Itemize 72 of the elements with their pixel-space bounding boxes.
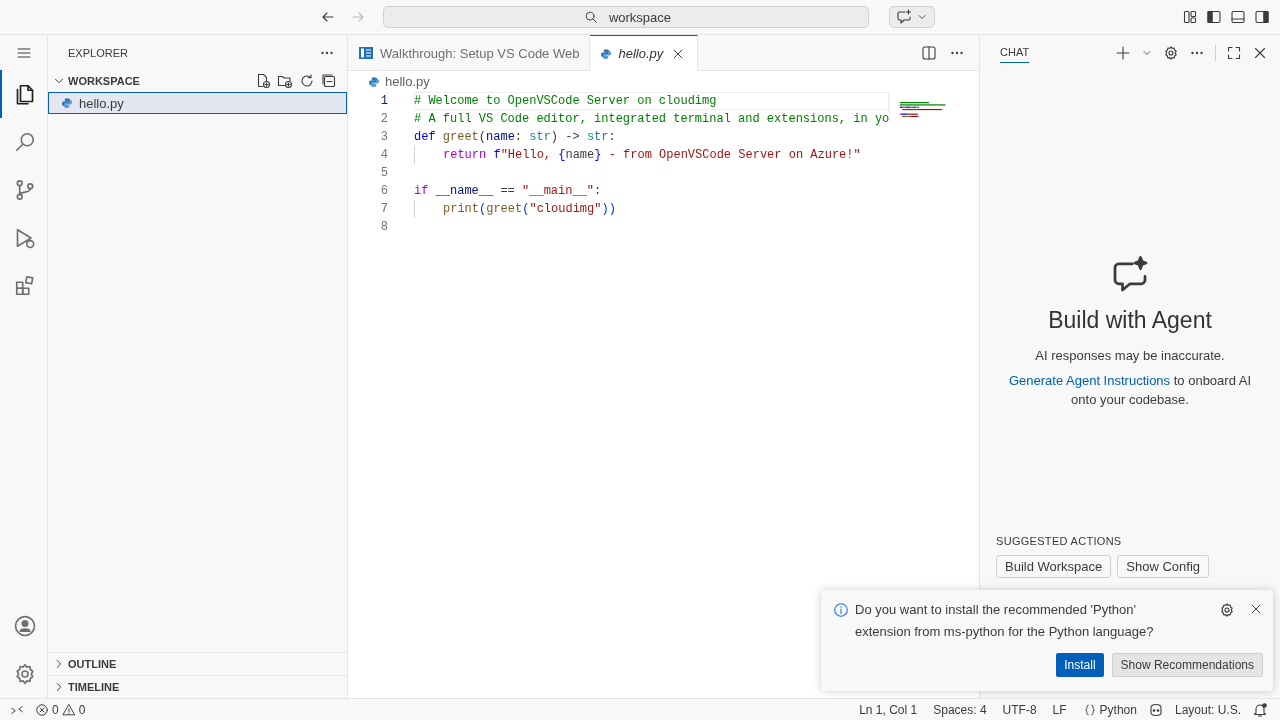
- error-icon: [35, 702, 49, 717]
- status-item[interactable]: Layout: U.S.: [1169, 702, 1246, 717]
- install-button[interactable]: Install: [1056, 653, 1104, 677]
- editor-tab[interactable]: hello.py: [590, 35, 699, 71]
- line-number: 7: [379, 202, 388, 216]
- chat-menu-button[interactable]: [889, 6, 935, 28]
- status-item[interactable]: Python: [1077, 702, 1142, 717]
- layout-icon: [1182, 9, 1198, 25]
- settings-icon[interactable]: [1163, 44, 1179, 61]
- status-item[interactable]: LF: [1047, 702, 1072, 717]
- maximize-icon[interactable]: [1226, 44, 1242, 61]
- line-number: 6: [379, 184, 388, 198]
- code-line: if __name__ == "__main__":: [414, 183, 603, 200]
- command-center-search[interactable]: workspace: [383, 6, 869, 28]
- status-item[interactable]: Ln 1, Col 1: [854, 702, 923, 717]
- collapse-all-icon[interactable]: [321, 73, 337, 89]
- code-line: def greet(name: str) -> str:: [414, 129, 617, 146]
- chat-tab[interactable]: CHAT: [1000, 42, 1030, 63]
- python-icon: [61, 97, 73, 109]
- python-icon: [600, 47, 613, 60]
- notifications-icon[interactable]: [1252, 701, 1268, 718]
- breadcrumb-item[interactable]: hello.py: [385, 74, 430, 89]
- line-number: 5: [379, 166, 388, 180]
- show-recommendations-button[interactable]: Show Recommendations: [1111, 653, 1263, 677]
- close-notification-button[interactable]: [1249, 602, 1263, 616]
- suggested-action-button[interactable]: Build Workspace: [996, 555, 1112, 578]
- warning-icon: [61, 702, 76, 717]
- new-chat-icon[interactable]: [1115, 44, 1131, 61]
- notification-message: Do you want to install the recommended 'Python' extension from ms-python for the Python language?: [855, 601, 1155, 641]
- line-number: 8: [379, 220, 388, 234]
- disclaimer-text: AI responses may be inaccurate.: [1035, 347, 1225, 365]
- code-line: # Welcome to OpenVSCode Server on cloudimg: [414, 92, 889, 110]
- panel-toggle-button[interactable]: [1230, 9, 1246, 25]
- onboard-text: Generate Agent Instructions to onboard AI onto your codebase.: [1007, 372, 1253, 409]
- suggested-action-button[interactable]: Show Config: [1117, 555, 1210, 578]
- sidebar-toggle-icon: [1206, 9, 1222, 25]
- secondary-sidebar-toggle-button[interactable]: [1254, 9, 1270, 25]
- braces-icon: [1082, 702, 1097, 717]
- close-icon: [1249, 602, 1263, 616]
- new-folder-icon[interactable]: [277, 73, 293, 89]
- section-header[interactable]: TIMELINE: [48, 676, 120, 698]
- section-header[interactable]: OUTLINE: [48, 653, 117, 675]
- line-number: 1: [379, 94, 388, 108]
- secondary-sidebar-toggle-icon: [1254, 9, 1270, 25]
- chat-sparkle-icon: [896, 9, 912, 25]
- code-line: # A full VS Code editor, integrated terminal and extensions, in yo: [414, 111, 891, 128]
- problems-status[interactable]: 0 0: [30, 702, 91, 717]
- suggested-actions-title: SUGGESTED ACTIONS: [996, 535, 1122, 547]
- info-icon: [833, 602, 849, 618]
- split-editor-icon[interactable]: [921, 44, 937, 61]
- walkthrough-icon: [358, 45, 374, 61]
- section-header[interactable]: WORKSPACE: [48, 70, 140, 92]
- refresh-icon[interactable]: [299, 73, 315, 89]
- python-icon: [368, 75, 380, 88]
- line-number: 3: [379, 130, 388, 144]
- status-item[interactable]: UTF-8: [997, 702, 1042, 717]
- line-number: 2: [379, 112, 388, 126]
- code-line: print(greet("cloudimg")): [443, 201, 617, 218]
- new-file-icon[interactable]: [255, 73, 271, 89]
- layout-button[interactable]: [1182, 9, 1198, 25]
- status-item[interactable]: Spaces: 4: [928, 702, 992, 717]
- code-line: return f"Hello, {name} - from OpenVSCode Server on Azure!": [443, 147, 862, 164]
- panel-toggle-icon: [1230, 9, 1246, 25]
- generate-instructions-link[interactable]: Generate Agent Instructions: [1008, 373, 1171, 388]
- sidebar-toggle-button[interactable]: [1206, 9, 1222, 25]
- settings-icon[interactable]: [1219, 602, 1235, 618]
- copilot-icon[interactable]: [1147, 701, 1164, 718]
- chat-heading: Build with Agent: [1048, 307, 1212, 334]
- account-icon: [12, 614, 37, 638]
- line-number: 4: [379, 148, 388, 162]
- sidebar-title: EXPLORER: [68, 46, 128, 59]
- file-tree-item[interactable]: hello.py: [48, 92, 347, 114]
